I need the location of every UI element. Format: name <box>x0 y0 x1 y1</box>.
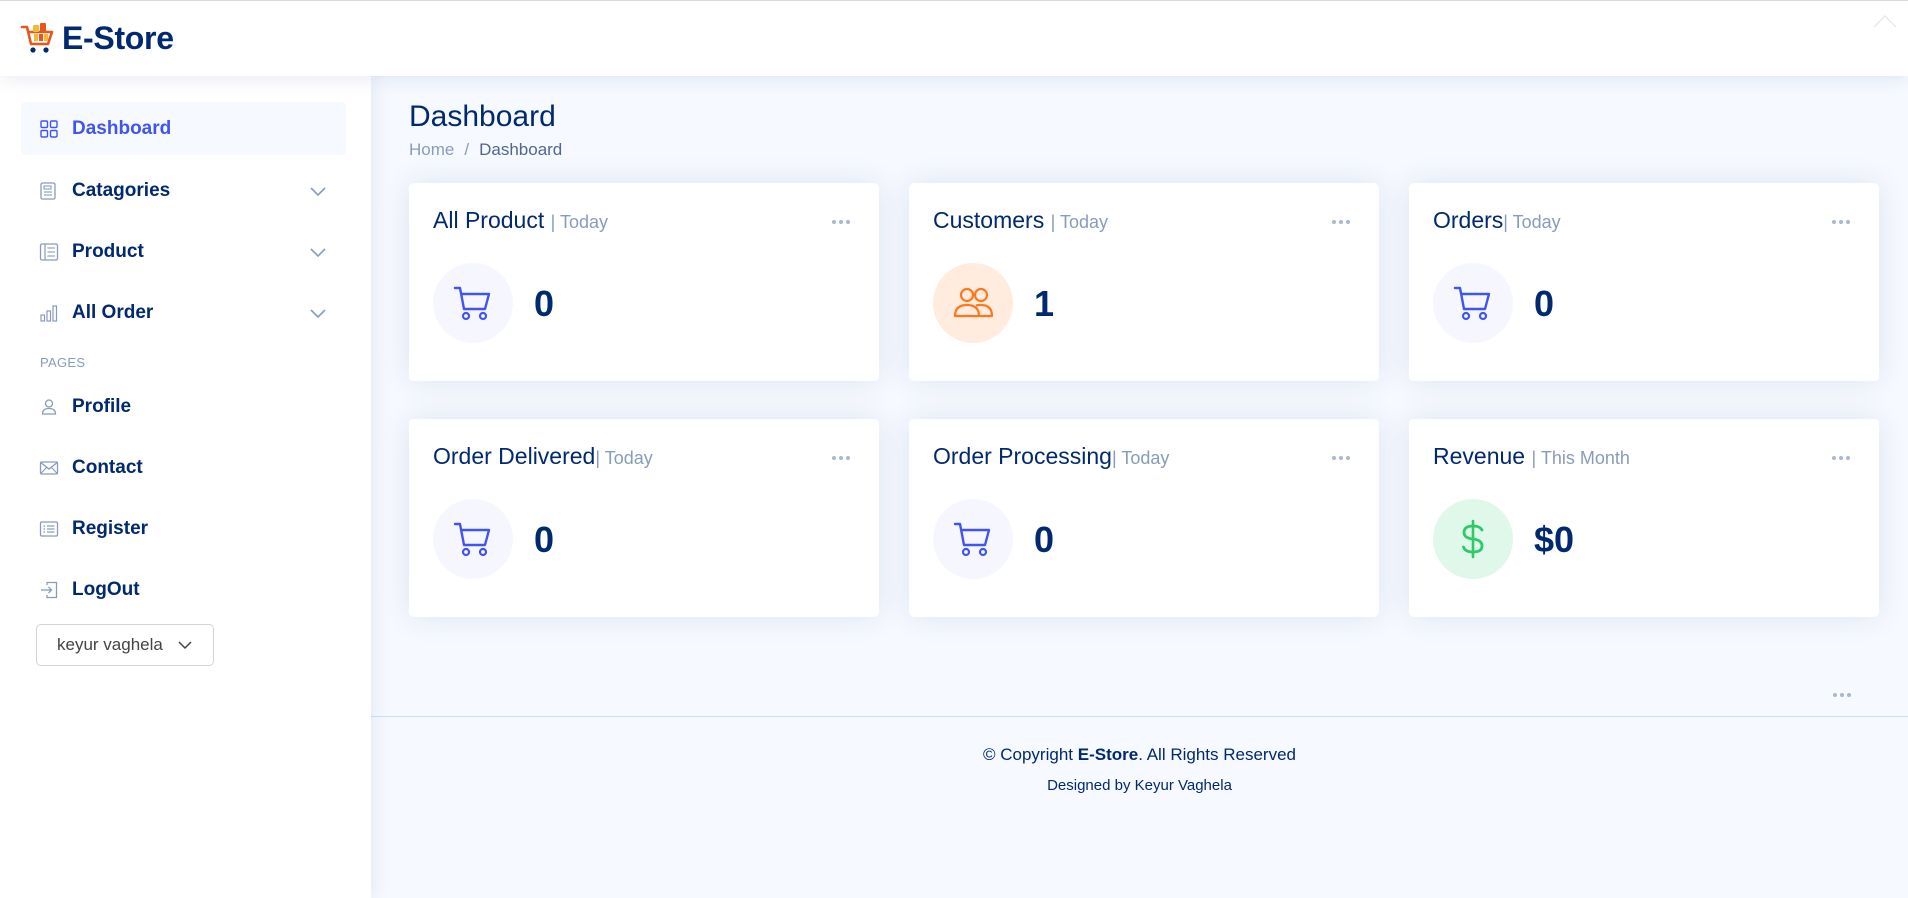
three-dots-menu-icon[interactable] <box>1332 447 1354 460</box>
footer-credit: Designed by Keyur Vaghela <box>1047 777 1232 794</box>
card-value: 1 <box>1034 283 1055 324</box>
sidebar-item-label: Contact <box>72 456 143 478</box>
card-value: $0 <box>1534 519 1575 560</box>
card-value: 0 <box>534 283 555 324</box>
box-arrow-in-right-icon <box>41 581 58 598</box>
card-title: Revenue | This Month <box>1433 443 1630 470</box>
sidebar-item-label: All Order <box>72 301 154 323</box>
card-orders: Orders| Today 0 <box>1409 183 1879 381</box>
sidebar-item-label: Profile <box>72 395 132 417</box>
sidebar-item-product[interactable]: Product <box>21 225 346 278</box>
card-order-processing: Order Processing| Today 0 <box>909 419 1379 617</box>
card-title: Order Processing| Today <box>933 443 1169 470</box>
card-icon-circle <box>933 263 1013 343</box>
card-title: All Product | Today <box>433 207 608 234</box>
breadcrumb-home-link[interactable]: Home <box>409 140 454 160</box>
shopping-cart-logo-icon <box>20 22 54 53</box>
three-dots-menu-icon[interactable] <box>1832 447 1854 460</box>
three-dots-menu-icon[interactable] <box>832 447 854 460</box>
card-period: | Today <box>1050 212 1108 232</box>
sidebar-item-contact[interactable]: Contact <box>21 441 346 494</box>
currency-dollar-icon <box>1462 519 1484 559</box>
cart-icon <box>453 522 491 557</box>
card-title: Customers | Today <box>933 207 1108 234</box>
cart-icon <box>953 522 991 557</box>
card-all-product: All Product | Today 0 <box>409 183 879 381</box>
card-title-text: Orders <box>1433 207 1504 233</box>
sidebar-item-label: Register <box>72 517 149 539</box>
card-title: Orders| Today <box>1433 207 1561 234</box>
three-dots-menu-icon[interactable] <box>1833 684 1855 697</box>
footer-brand: E-Store <box>1077 745 1139 764</box>
card-list-icon <box>39 520 59 537</box>
brand-name: E-Store <box>62 20 174 56</box>
card-period: | This Month <box>1531 448 1630 468</box>
three-dots-menu-icon[interactable] <box>832 211 854 224</box>
chevron-down-icon <box>310 308 326 318</box>
copyright-suffix: . All Rights Reserved <box>1138 745 1296 764</box>
grid-icon <box>40 119 58 138</box>
breadcrumb-current: Dashboard <box>479 140 563 159</box>
card-title: Order Delivered| Today <box>433 443 653 470</box>
logo[interactable]: E-Store <box>20 20 174 57</box>
card-value: 0 <box>1534 283 1555 324</box>
main-content: Dashboard Home / Dashboard All Product |… <box>371 76 1908 898</box>
sidebar: Dashboard Catagories Product All Order P… <box>0 76 371 898</box>
card-icon-circle <box>1433 263 1513 343</box>
menu-button-icon <box>40 181 56 200</box>
card-title-text: Revenue <box>1433 443 1526 469</box>
chevron-up-icon[interactable] <box>1872 13 1898 29</box>
card-period: | Today <box>1111 448 1170 468</box>
card-title-text: All Product <box>433 207 545 233</box>
card-value: 0 <box>1034 519 1055 560</box>
pages-heading: PAGES <box>40 355 86 370</box>
card-order-delivered: Order Delivered| Today 0 <box>409 419 879 617</box>
sidebar-item-all-order[interactable]: All Order <box>21 286 346 339</box>
card-icon-circle <box>433 499 513 579</box>
sidebar-item-label: Dashboard <box>72 117 172 139</box>
three-dots-menu-icon[interactable] <box>1332 211 1354 224</box>
chevron-down-icon <box>310 247 326 257</box>
footer-copyright: © Copyright E-Store. All Rights Reserved <box>371 745 1908 765</box>
page-title: Dashboard <box>409 100 556 133</box>
sidebar-item-label: LogOut <box>72 578 140 600</box>
card-period: | Today <box>1503 212 1561 232</box>
sidebar-item-dashboard[interactable]: Dashboard <box>21 102 346 155</box>
card-title-text: Order Delivered <box>433 443 596 469</box>
sidebar-item-label: Product <box>72 240 144 262</box>
card-icon-circle <box>933 499 1013 579</box>
sidebar-item-profile[interactable]: Profile <box>21 380 346 433</box>
card-icon-circle <box>1433 499 1513 579</box>
header: E-Store <box>0 0 1908 76</box>
sidebar-item-logout[interactable]: LogOut <box>21 563 346 616</box>
card-period: | Today <box>595 448 653 468</box>
user-select[interactable]: keyur vaghela <box>36 624 214 666</box>
breadcrumb-separator: / <box>464 140 470 159</box>
card-icon-circle <box>433 263 513 343</box>
cart-icon <box>1453 286 1491 321</box>
people-icon <box>953 287 994 318</box>
envelope-icon <box>39 460 59 475</box>
layout-text-sidebar-icon <box>39 242 59 261</box>
breadcrumb: Home / Dashboard <box>409 140 562 160</box>
card-title-text: Customers <box>933 207 1045 233</box>
cart-icon <box>453 286 491 321</box>
sidebar-item-label: Catagories <box>72 179 171 201</box>
card-customers: Customers | Today 1 <box>909 183 1379 381</box>
person-icon <box>41 398 57 415</box>
user-select-value: keyur vaghela <box>57 635 163 654</box>
footer: © Copyright E-Store. All Rights Reserved… <box>371 716 1908 794</box>
copyright-prefix: © Copyright <box>983 745 1078 764</box>
bar-chart-icon <box>40 304 58 322</box>
sidebar-item-catagories[interactable]: Catagories <box>21 164 346 217</box>
chevron-down-icon <box>178 641 192 650</box>
chevron-down-icon <box>310 186 326 196</box>
sidebar-item-register[interactable]: Register <box>21 502 346 555</box>
card-period: | Today <box>550 212 608 232</box>
card-value: 0 <box>534 519 555 560</box>
three-dots-menu-icon[interactable] <box>1832 211 1854 224</box>
card-revenue: Revenue | This Month $0 <box>1409 419 1879 617</box>
card-title-text: Order Processing <box>933 443 1112 469</box>
